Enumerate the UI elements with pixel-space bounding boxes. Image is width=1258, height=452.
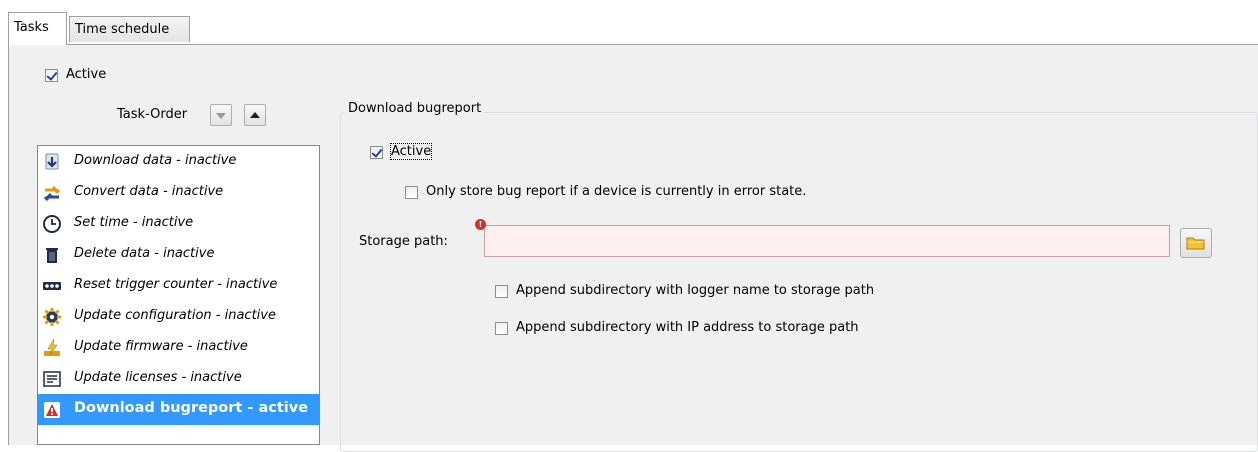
task-order-label: Task-Order [117, 107, 188, 122]
task-list[interactable]: Download data - inactive Convert data - … [37, 145, 320, 445]
task-item-convert-data[interactable]: Convert data - inactive [38, 177, 319, 208]
convert-arrows-icon [43, 185, 61, 202]
chevron-up-icon [250, 112, 260, 118]
browse-folder-button[interactable] [1180, 228, 1212, 258]
task-label: Update configuration - inactive [74, 308, 276, 323]
task-label: Reset trigger counter - inactive [74, 277, 278, 292]
chevron-down-icon [216, 113, 226, 119]
detail-group-title: Download bugreport [345, 101, 485, 116]
window-top-strip [0, 0, 1258, 12]
task-label: Update firmware - inactive [74, 339, 248, 354]
task-label: Convert data - inactive [74, 184, 224, 199]
task-item-download-data[interactable]: Download data - inactive [38, 146, 319, 177]
task-label: Update licenses - inactive [74, 370, 242, 385]
task-label: Delete data - inactive [74, 246, 215, 261]
storage-path-label: Storage path: [359, 234, 448, 249]
license-icon [43, 371, 61, 387]
task-active-label: Active [389, 143, 433, 160]
append-ip-label: Append subdirectory with IP address to s… [516, 320, 859, 335]
append-logger-label: Append subdirectory with logger name to … [516, 283, 875, 298]
gear-icon [43, 308, 61, 326]
task-label: Download data - inactive [74, 153, 237, 168]
storage-path-input[interactable] [484, 225, 1170, 257]
move-down-button[interactable] [210, 104, 232, 126]
task-item-update-firmware[interactable]: Update firmware - inactive [38, 332, 319, 363]
task-item-update-licenses[interactable]: Update licenses - inactive [38, 363, 319, 394]
global-active-label: Active [66, 67, 107, 82]
append-ip-checkbox[interactable] [495, 322, 508, 335]
only-error-state-checkbox[interactable] [405, 186, 418, 199]
folder-icon [1186, 237, 1205, 250]
task-active-checkbox[interactable] [370, 146, 383, 159]
global-active-checkbox[interactable] [45, 69, 58, 82]
bugreport-icon [44, 402, 60, 418]
move-up-button[interactable] [244, 104, 266, 126]
task-item-delete-data[interactable]: Delete data - inactive [38, 239, 319, 270]
error-icon: ! [475, 219, 486, 230]
download-arrow-icon [45, 153, 59, 170]
tab-tasks[interactable]: Tasks [8, 12, 67, 45]
detail-group-box [340, 112, 1258, 452]
firmware-bolt-icon [44, 338, 60, 356]
task-label: Set time - inactive [74, 215, 194, 230]
task-item-reset-trigger-counter[interactable]: Reset trigger counter - inactive [38, 270, 319, 301]
only-error-state-label: Only store bug report if a device is cur… [426, 184, 807, 199]
task-item-download-bugreport[interactable]: Download bugreport - active [38, 394, 319, 425]
trash-icon [46, 248, 58, 263]
append-logger-checkbox[interactable] [495, 285, 508, 298]
task-item-update-configuration[interactable]: Update configuration - inactive [38, 301, 319, 332]
counter-icon [43, 282, 61, 290]
task-label: Download bugreport - active [74, 400, 309, 416]
task-item-set-time[interactable]: Set time - inactive [38, 208, 319, 239]
tab-time-schedule[interactable]: Time schedule [69, 16, 190, 42]
clock-icon [43, 215, 61, 233]
